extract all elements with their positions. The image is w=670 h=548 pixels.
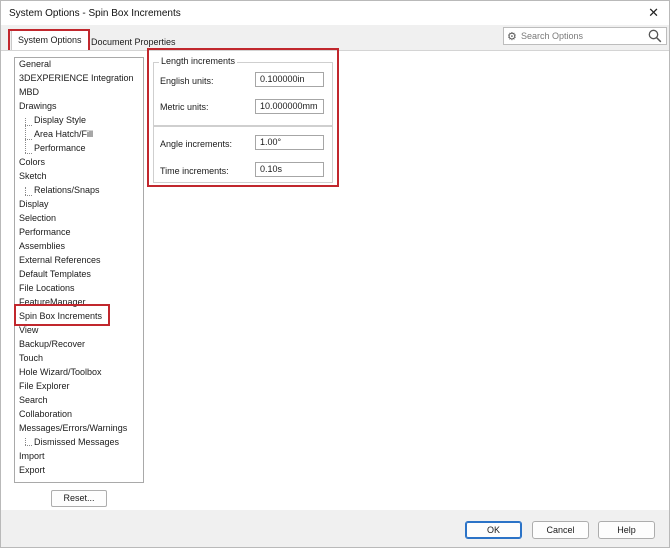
close-icon[interactable]: ✕	[648, 5, 659, 21]
search-options-box[interactable]: ⚙ Search Options	[503, 27, 667, 45]
tree-item-mbd[interactable]: MBD	[19, 86, 39, 99]
tree-item-drawings[interactable]: Drawings	[19, 100, 57, 113]
tree-item-file-explorer[interactable]: File Explorer	[19, 380, 70, 393]
title-bar: System Options - Spin Box Increments ✕	[1, 1, 669, 25]
tab-system-options[interactable]: System Options	[11, 30, 89, 50]
tree-connector	[25, 139, 32, 140]
options-tree[interactable]: General 3DEXPERIENCE Integration MBD Dra…	[14, 57, 144, 483]
tree-item-drawings-performance[interactable]: Performance	[34, 142, 86, 155]
tree-item-sketch[interactable]: Sketch	[19, 170, 47, 183]
tree-connector	[25, 195, 32, 196]
search-input[interactable]: Search Options	[521, 31, 583, 41]
length-increments-title: Length increments	[159, 56, 238, 66]
tree-item-export[interactable]: Export	[19, 464, 45, 477]
time-increments-field[interactable]: 0.10s	[255, 162, 324, 177]
tree-item-default-templates[interactable]: Default Templates	[19, 268, 91, 281]
tree-item-area-hatch-fill[interactable]: Area Hatch/Fill	[34, 128, 93, 141]
tree-connector	[25, 125, 32, 126]
tree-connector	[25, 118, 26, 153]
english-units-label: English units:	[160, 76, 214, 86]
tree-item-hole-wizard-toolbox[interactable]: Hole Wizard/Toolbox	[19, 366, 102, 379]
tree-item-backup-recover[interactable]: Backup/Recover	[19, 338, 85, 351]
gear-icon[interactable]: ⚙	[507, 30, 517, 43]
tree-item-assemblies[interactable]: Assemblies	[19, 240, 65, 253]
tree-connector	[25, 438, 26, 445]
tree-item-view[interactable]: View	[19, 324, 38, 337]
tree-item-general[interactable]: General	[19, 58, 51, 71]
tree-item-performance[interactable]: Performance	[19, 226, 71, 239]
tree-item-search[interactable]: Search	[19, 394, 48, 407]
tree-connector	[25, 187, 26, 195]
system-options-dialog: System Options - Spin Box Increments ✕ S…	[0, 0, 670, 548]
angle-increments-field[interactable]: 1.00°	[255, 135, 324, 150]
cancel-button[interactable]: Cancel	[532, 521, 589, 539]
tree-item-collaboration[interactable]: Collaboration	[19, 408, 72, 421]
window-title: System Options - Spin Box Increments	[9, 8, 181, 19]
tree-item-touch[interactable]: Touch	[19, 352, 43, 365]
tree-connector	[25, 445, 32, 446]
english-units-field[interactable]: 0.100000in	[255, 72, 324, 87]
time-increments-label: Time increments:	[160, 166, 229, 176]
angle-increments-label: Angle increments:	[160, 139, 233, 149]
tree-item-spin-box-increments[interactable]: Spin Box Increments	[19, 310, 102, 323]
tree-item-display-style[interactable]: Display Style	[34, 114, 86, 127]
tree-item-colors[interactable]: Colors	[19, 156, 45, 169]
tree-item-messages-errors-warnings[interactable]: Messages/Errors/Warnings	[19, 422, 127, 435]
tree-item-selection[interactable]: Selection	[19, 212, 56, 225]
tree-item-featuremanager[interactable]: FeatureManager	[19, 296, 86, 309]
tree-item-file-locations[interactable]: File Locations	[19, 282, 75, 295]
ok-button[interactable]: OK	[465, 521, 522, 539]
tree-item-relations-snaps[interactable]: Relations/Snaps	[34, 184, 100, 197]
metric-units-field[interactable]: 10.000000mm	[255, 99, 324, 114]
tree-item-display[interactable]: Display	[19, 198, 49, 211]
tree-item-dismissed-messages[interactable]: Dismissed Messages	[34, 436, 119, 449]
tree-item-external-references[interactable]: External References	[19, 254, 101, 267]
tree-connector	[25, 153, 32, 154]
search-icon[interactable]	[648, 29, 662, 45]
help-button[interactable]: Help	[598, 521, 655, 539]
tree-item-3dexperience-integration[interactable]: 3DEXPERIENCE Integration	[19, 72, 134, 85]
reset-button[interactable]: Reset...	[51, 490, 107, 507]
tree-item-import[interactable]: Import	[19, 450, 45, 463]
metric-units-label: Metric units:	[160, 102, 209, 112]
